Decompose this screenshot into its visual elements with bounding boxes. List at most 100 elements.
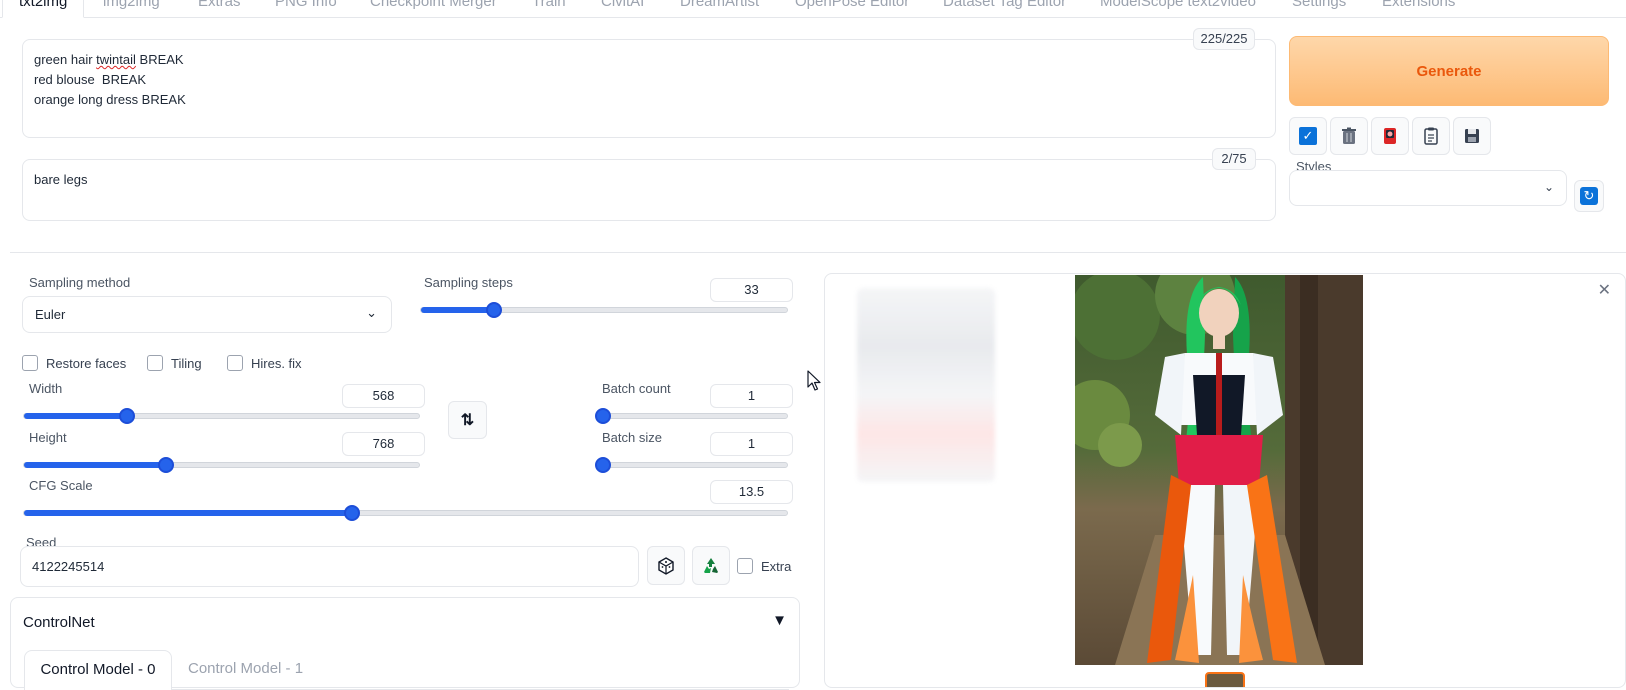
clipboard-icon (1424, 127, 1438, 145)
sampling-steps-label: Sampling steps (424, 275, 513, 290)
tab-civitai[interactable]: CivitAI (601, 0, 644, 18)
controlnet-panel: ControlNet ▼ Control Model - 0 Control M… (10, 597, 800, 690)
interrupt-button[interactable]: ✓ (1289, 117, 1327, 155)
sampling-steps-input[interactable]: 33 (710, 278, 793, 302)
sampling-method-label: Sampling method (29, 275, 131, 290)
height-slider[interactable] (23, 457, 420, 473)
slider-thumb[interactable] (344, 505, 360, 521)
swap-dimensions-button[interactable]: ⇅ (448, 401, 487, 439)
clear-button[interactable] (1330, 117, 1368, 155)
random-seed-button[interactable] (647, 546, 685, 585)
controlnet-tab-0[interactable]: Control Model - 0 (24, 650, 172, 690)
slider-fill (24, 510, 352, 516)
chevron-down-icon: ⌄ (1543, 180, 1554, 194)
trash-icon (1342, 127, 1356, 144)
prompt-line-1-post: BREAK (135, 52, 184, 67)
sampling-method-dropdown[interactable]: Euler ⌄ (22, 296, 392, 333)
tab-png-info[interactable]: PNG Info (275, 0, 337, 18)
prompt-line-1: green hair twintail BREAK (34, 50, 1264, 70)
seed-input[interactable]: 4122245514 (20, 546, 639, 587)
chevron-down-icon: ⌄ (366, 305, 377, 320)
tab-extras[interactable]: Extras (198, 0, 241, 18)
width-input[interactable]: 568 (342, 384, 425, 408)
tab-bar: txt2img img2img Extras PNG Info Checkpoi… (0, 0, 1626, 18)
reuse-seed-button[interactable] (692, 546, 730, 585)
refresh-styles-button[interactable]: ↻ (1574, 180, 1604, 212)
tab-openpose-editor[interactable]: OpenPose Editor (795, 0, 909, 18)
tab-settings[interactable]: Settings (1292, 0, 1346, 18)
tab-img2img[interactable]: img2img (103, 0, 160, 18)
negative-prompt-text: bare legs (34, 172, 88, 187)
batch-count-label: Batch count (602, 381, 671, 396)
extra-seed-checkbox[interactable] (737, 558, 753, 574)
tab-checkpoint-merger[interactable]: Checkpoint Merger (370, 0, 497, 18)
slider-fill (421, 307, 494, 313)
save-style-button[interactable] (1453, 117, 1491, 155)
tiling-label: Tiling (171, 356, 202, 371)
tab-dataset-tag-editor[interactable]: Dataset Tag Editor (943, 0, 1066, 18)
prompt-token-counter: 225/225 (1193, 28, 1255, 50)
hires-fix-checkbox[interactable] (227, 355, 243, 371)
restore-faces-label: Restore faces (46, 356, 127, 371)
tiling-checkbox[interactable] (147, 355, 163, 371)
close-icon[interactable]: ✕ (1598, 280, 1611, 300)
prompt-line-3: orange long dress BREAK (34, 92, 186, 107)
height-input[interactable]: 768 (342, 432, 425, 456)
tab-train[interactable]: Train (532, 0, 566, 18)
slider-fill (24, 462, 166, 468)
prompt-line-1-pre: green hair (34, 52, 97, 67)
swap-arrows-icon: ⇅ (460, 412, 475, 429)
styles-dropdown[interactable]: ⌄ (1289, 170, 1567, 206)
restore-faces-checkbox[interactable] (22, 355, 38, 371)
prompt-textarea[interactable]: green hair twintail BREAK red blouse BRE… (22, 39, 1276, 138)
dice-icon (658, 556, 674, 575)
negative-token-counter: 2/75 (1212, 148, 1256, 170)
slider-fill (24, 413, 127, 419)
output-gallery: ✕ (824, 273, 1626, 688)
checkbox-icon: ✓ (1299, 127, 1317, 145)
controlnet-tab-1[interactable]: Control Model - 1 (188, 650, 303, 690)
extra-seed-label: Extra (761, 559, 792, 574)
seed-value: 4122245514 (32, 559, 105, 574)
batch-count-slider[interactable] (595, 408, 788, 424)
sampling-steps-slider[interactable] (420, 302, 788, 318)
generated-image[interactable] (1075, 275, 1363, 665)
cfg-scale-input[interactable]: 13.5 (710, 480, 793, 504)
tab-extensions[interactable]: Extensions (1382, 0, 1455, 18)
slider-thumb[interactable] (158, 457, 174, 473)
paste-button[interactable] (1412, 117, 1450, 155)
slider-thumb[interactable] (595, 408, 611, 424)
batch-count-input[interactable]: 1 (710, 384, 793, 408)
save-icon (1465, 129, 1479, 143)
tab-dreamartist[interactable]: DreamArtist (680, 0, 759, 18)
previous-image-thumbnail[interactable] (857, 288, 995, 482)
height-label: Height (29, 430, 67, 445)
hires-fix-label: Hires. fix (251, 356, 302, 371)
batch-size-input[interactable]: 1 (710, 432, 793, 456)
tab-txt2img[interactable]: txt2img (2, 0, 85, 18)
cfg-scale-slider[interactable] (23, 505, 788, 521)
width-slider[interactable] (23, 408, 420, 424)
spellcheck-word: twintail (96, 52, 136, 67)
card-icon (1384, 128, 1396, 144)
cfg-scale-label: CFG Scale (29, 478, 93, 493)
prompt-line-2: red blouse BREAK (34, 72, 147, 87)
generate-button[interactable]: Generate (1289, 36, 1609, 106)
slider-thumb[interactable] (486, 302, 502, 318)
mouse-cursor-icon (807, 370, 821, 391)
collapse-triangle-icon[interactable]: ▼ (772, 612, 787, 629)
slider-thumb[interactable] (595, 457, 611, 473)
refresh-icon: ↻ (1580, 187, 1598, 205)
recycle-icon (704, 557, 718, 573)
gallery-thumbnail[interactable] (1205, 672, 1245, 687)
batch-size-slider[interactable] (595, 457, 788, 473)
extra-networks-button[interactable] (1371, 117, 1409, 155)
sampling-method-value: Euler (35, 307, 66, 322)
batch-size-label: Batch size (602, 430, 662, 445)
width-label: Width (29, 381, 63, 396)
slider-thumb[interactable] (119, 408, 135, 424)
section-divider (10, 252, 1626, 253)
negative-prompt-textarea[interactable]: bare legs (22, 159, 1276, 221)
controlnet-title[interactable]: ControlNet (23, 614, 95, 631)
tab-modelscope[interactable]: ModelScope text2video (1100, 0, 1256, 18)
